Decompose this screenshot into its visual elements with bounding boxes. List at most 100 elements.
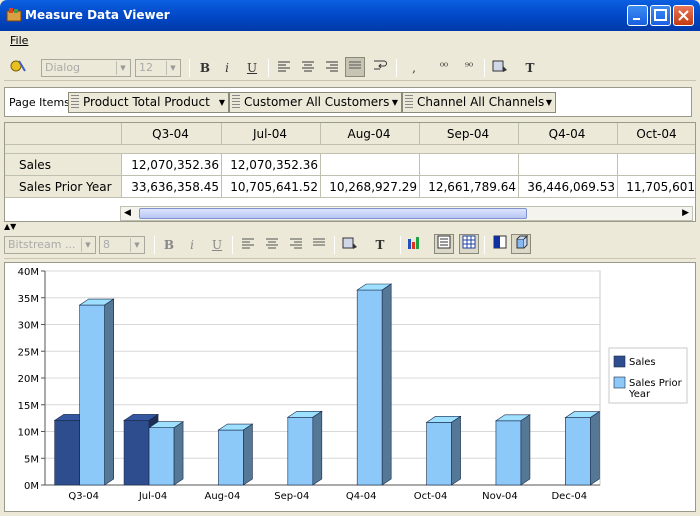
chevron-down-icon: ▼ [130,238,143,252]
bar-side [243,423,253,486]
bar-side [312,410,323,486]
column-header[interactable]: Jul-04 [222,123,321,145]
chevron-down-icon: ▼ [545,98,552,107]
fill-color-icon[interactable] [309,235,329,255]
column-header[interactable]: Q3-04 [122,123,222,145]
legend-swatch [613,355,626,368]
menu-file[interactable]: File [10,34,28,47]
bar-sales-prior-year [79,304,105,486]
column-header[interactable]: Aug-04 [321,123,420,145]
scroll-left-icon[interactable]: ◀ [124,208,131,218]
customer-dropdown[interactable]: Customer All Customers ▼ [229,92,402,113]
chart-font-family-select[interactable]: Bitstream ... ▼ [4,236,96,254]
column-header[interactable]: Oct-04 [618,123,695,145]
table-cell[interactable]: 36,446,069.53 [519,176,618,198]
scrollbar-thumb[interactable] [139,208,527,219]
legend-label: Sales Prior [629,378,683,389]
x-tick-label: Jul-04 [138,491,167,502]
bar-sales-prior-year [356,289,383,486]
bar-sales-prior-year [287,416,314,486]
x-tick-label: Q4-04 [346,491,377,502]
y-tick-label: 25M [18,347,39,358]
text-style-icon[interactable]: T [520,58,540,78]
align-center-icon[interactable] [298,58,318,78]
drag-handle-icon[interactable] [71,95,79,110]
sort-icon[interactable] [340,235,360,255]
gradient-icon[interactable] [490,235,510,255]
format-icon[interactable] [8,57,28,77]
table-cell[interactable]: 10,705,641.52 [222,176,321,198]
table-cell[interactable]: 11,705,601 [618,176,695,198]
wrap-text-icon[interactable] [370,58,390,78]
gridlines-toggle-icon[interactable] [459,234,479,254]
bar-sales-prior-year [495,420,522,486]
3d-effect-icon[interactable] [511,234,531,254]
bar-sales [54,420,80,486]
divider [484,236,485,254]
channel-dropdown[interactable]: Channel All Channels ▼ [402,92,556,113]
increase-decimal-icon[interactable]: ⁰⁰ [434,58,454,78]
menu-bar: File [4,31,696,51]
divider [334,236,335,254]
channel-dropdown-value: Channel All Channels [417,95,545,109]
align-left-icon[interactable] [274,58,294,78]
table-cell[interactable]: 12,070,352.36 [122,154,222,176]
y-tick-label: 30M [18,321,39,332]
bar-sales-prior-year [218,429,244,486]
row-header[interactable]: Sales Prior Year [5,176,122,198]
x-tick-label: Q3-04 [68,491,99,502]
maximize-button[interactable] [650,5,671,26]
row-header[interactable]: Sales [5,154,122,176]
table-cell[interactable]: 12,070,352.36 [222,154,321,176]
decrease-decimal-icon[interactable]: ⁹⁰ [459,58,479,78]
table-cell[interactable] [420,154,519,176]
chart-font-size-select[interactable]: 8 ▼ [99,236,145,254]
font-family-select[interactable]: Dialog ▼ [41,59,131,77]
page-items-bar: Page Items Product Total Product ▼ Custom… [4,87,692,117]
table-cell[interactable] [321,154,420,176]
italic-icon[interactable]: i [217,58,237,78]
font-size-value: 12 [139,61,153,74]
divider [154,236,155,254]
align-right-icon[interactable] [322,58,342,78]
horizontal-scrollbar[interactable]: ◀ ▶ [120,206,693,221]
column-header[interactable]: Sep-04 [420,123,519,145]
table-cell[interactable]: 33,636,358.45 [122,176,222,198]
close-button[interactable] [673,5,694,26]
minimize-button[interactable] [627,5,648,26]
bold-icon[interactable]: B [195,58,215,78]
align-right-icon[interactable] [286,235,306,255]
y-tick-label: 40M [18,267,39,278]
text-style-icon[interactable]: T [370,235,390,255]
underline-icon[interactable]: U [207,235,227,255]
sort-icon[interactable] [490,58,510,78]
table-cell[interactable]: 12,661,789.64 [420,176,519,198]
drag-handle-icon[interactable] [232,95,240,110]
table-cell[interactable]: 10,268,927.29 [321,176,420,198]
legend-toggle-icon[interactable] [434,234,454,254]
y-tick-label: 20M [18,374,39,385]
bar-chart[interactable]: 0M 5M 10M 15M 20M 25M 30M 35M 40M Q3-04 Jul-04 Aug-… [5,263,695,511]
font-size-select[interactable]: 12 ▼ [135,59,181,77]
bar-sales [123,420,150,486]
underline-icon[interactable]: U [242,58,262,78]
bold-icon[interactable]: B [159,235,179,255]
table-cell[interactable] [618,154,695,176]
chevron-down-icon: ▼ [116,61,129,75]
table-cell[interactable] [519,154,618,176]
fill-color-icon[interactable] [345,57,365,77]
align-center-icon[interactable] [262,235,282,255]
thousands-separator-icon[interactable]: , [404,58,424,78]
bar-chart-icon[interactable] [405,235,425,255]
scroll-right-icon[interactable]: ▶ [682,208,689,218]
product-dropdown[interactable]: Product Total Product ▼ [68,92,229,113]
column-header[interactable]: Q4-04 [519,123,618,145]
align-left-icon[interactable] [238,235,258,255]
font-family-value: Dialog [45,61,81,74]
italic-icon[interactable]: i [182,235,202,255]
chevron-down-icon: ▼ [218,98,225,107]
drag-handle-icon[interactable] [405,95,413,110]
chevron-down-icon: ▼ [166,61,179,75]
title-bar[interactable]: Measure Data Viewer [0,0,700,31]
splitter-arrows-icon[interactable]: ▲▼ [4,223,16,231]
